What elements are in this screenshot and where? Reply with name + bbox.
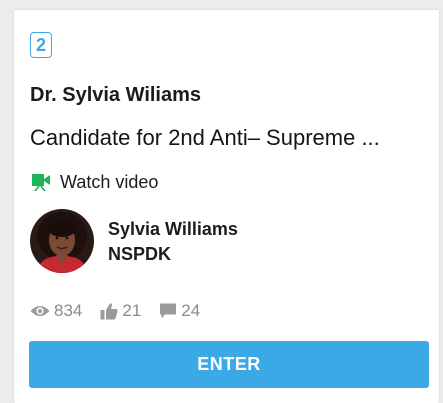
watch-video-label: Watch video bbox=[60, 171, 159, 192]
thumbs-up-icon bbox=[100, 302, 118, 320]
likes-count: 21 bbox=[122, 301, 142, 320]
video-camera-icon bbox=[30, 172, 52, 192]
stats-row: 834 21 24 bbox=[30, 300, 218, 322]
likes-stat[interactable]: 21 bbox=[100, 301, 141, 321]
author-org: NSPDK bbox=[108, 244, 172, 264]
candidate-card[interactable]: 2 Dr. Sylvia Wiliams Candidate for 2nd A… bbox=[14, 10, 439, 403]
eye-icon bbox=[30, 304, 50, 318]
comments-count: 24 bbox=[181, 301, 201, 320]
avatar bbox=[30, 209, 94, 273]
author-row: Sylvia Williams NSPDK bbox=[30, 209, 238, 273]
candidate-headline: Candidate for 2nd Anti– Supreme ... bbox=[30, 125, 380, 150]
author-name: Sylvia Williams bbox=[108, 219, 238, 239]
candidate-name: Dr. Sylvia Wiliams bbox=[30, 84, 202, 106]
comment-icon bbox=[159, 302, 177, 320]
views-stat: 834 bbox=[30, 301, 82, 321]
rank-badge: 2 bbox=[30, 32, 52, 58]
watch-video-link[interactable]: Watch video bbox=[30, 170, 158, 194]
enter-button[interactable]: ENTER bbox=[29, 341, 429, 388]
views-count: 834 bbox=[54, 301, 83, 320]
comments-stat[interactable]: 24 bbox=[159, 301, 200, 321]
